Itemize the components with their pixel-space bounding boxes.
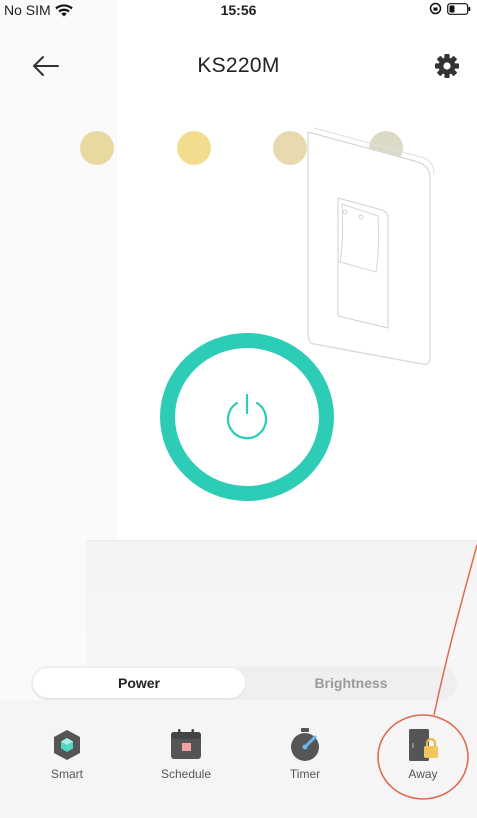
power-toggle-button[interactable] (160, 333, 334, 501)
status-right (429, 2, 471, 15)
battery-icon (447, 2, 471, 15)
tab-power[interactable]: Power (33, 668, 245, 698)
page-title: KS220M (197, 54, 280, 77)
tab-brightness[interactable]: Brightness (245, 666, 457, 700)
dimmer-switch-illustration (307, 127, 435, 365)
away-label: Away (408, 767, 438, 781)
bottom-toolbar: Smart Schedule Timer Away (0, 720, 477, 790)
calendar-icon (171, 729, 201, 759)
status-bar: No SIM 15:56 (0, 0, 477, 20)
brightness-preset-2[interactable] (177, 131, 211, 165)
mode-segmented-control: Power Brightness (31, 666, 457, 700)
schedule-label: Schedule (160, 767, 212, 781)
brightness-preset-1[interactable] (80, 131, 114, 165)
schedule-button[interactable]: Schedule (141, 720, 231, 784)
away-button[interactable]: Away (378, 720, 468, 784)
settings-button[interactable] (432, 52, 462, 80)
power-button-face (175, 348, 319, 486)
orientation-lock-icon (429, 2, 442, 15)
smart-cube-icon (54, 730, 80, 760)
timer-button[interactable]: Timer (260, 720, 350, 784)
timer-label: Timer (289, 767, 321, 781)
gear-icon (435, 54, 459, 78)
status-time: 15:56 (220, 2, 257, 18)
stopwatch-icon (291, 728, 319, 761)
power-icon (226, 393, 268, 440)
smart-button[interactable]: Smart (22, 720, 112, 784)
away-lock-icon (409, 729, 438, 761)
smart-label: Smart (50, 767, 83, 781)
